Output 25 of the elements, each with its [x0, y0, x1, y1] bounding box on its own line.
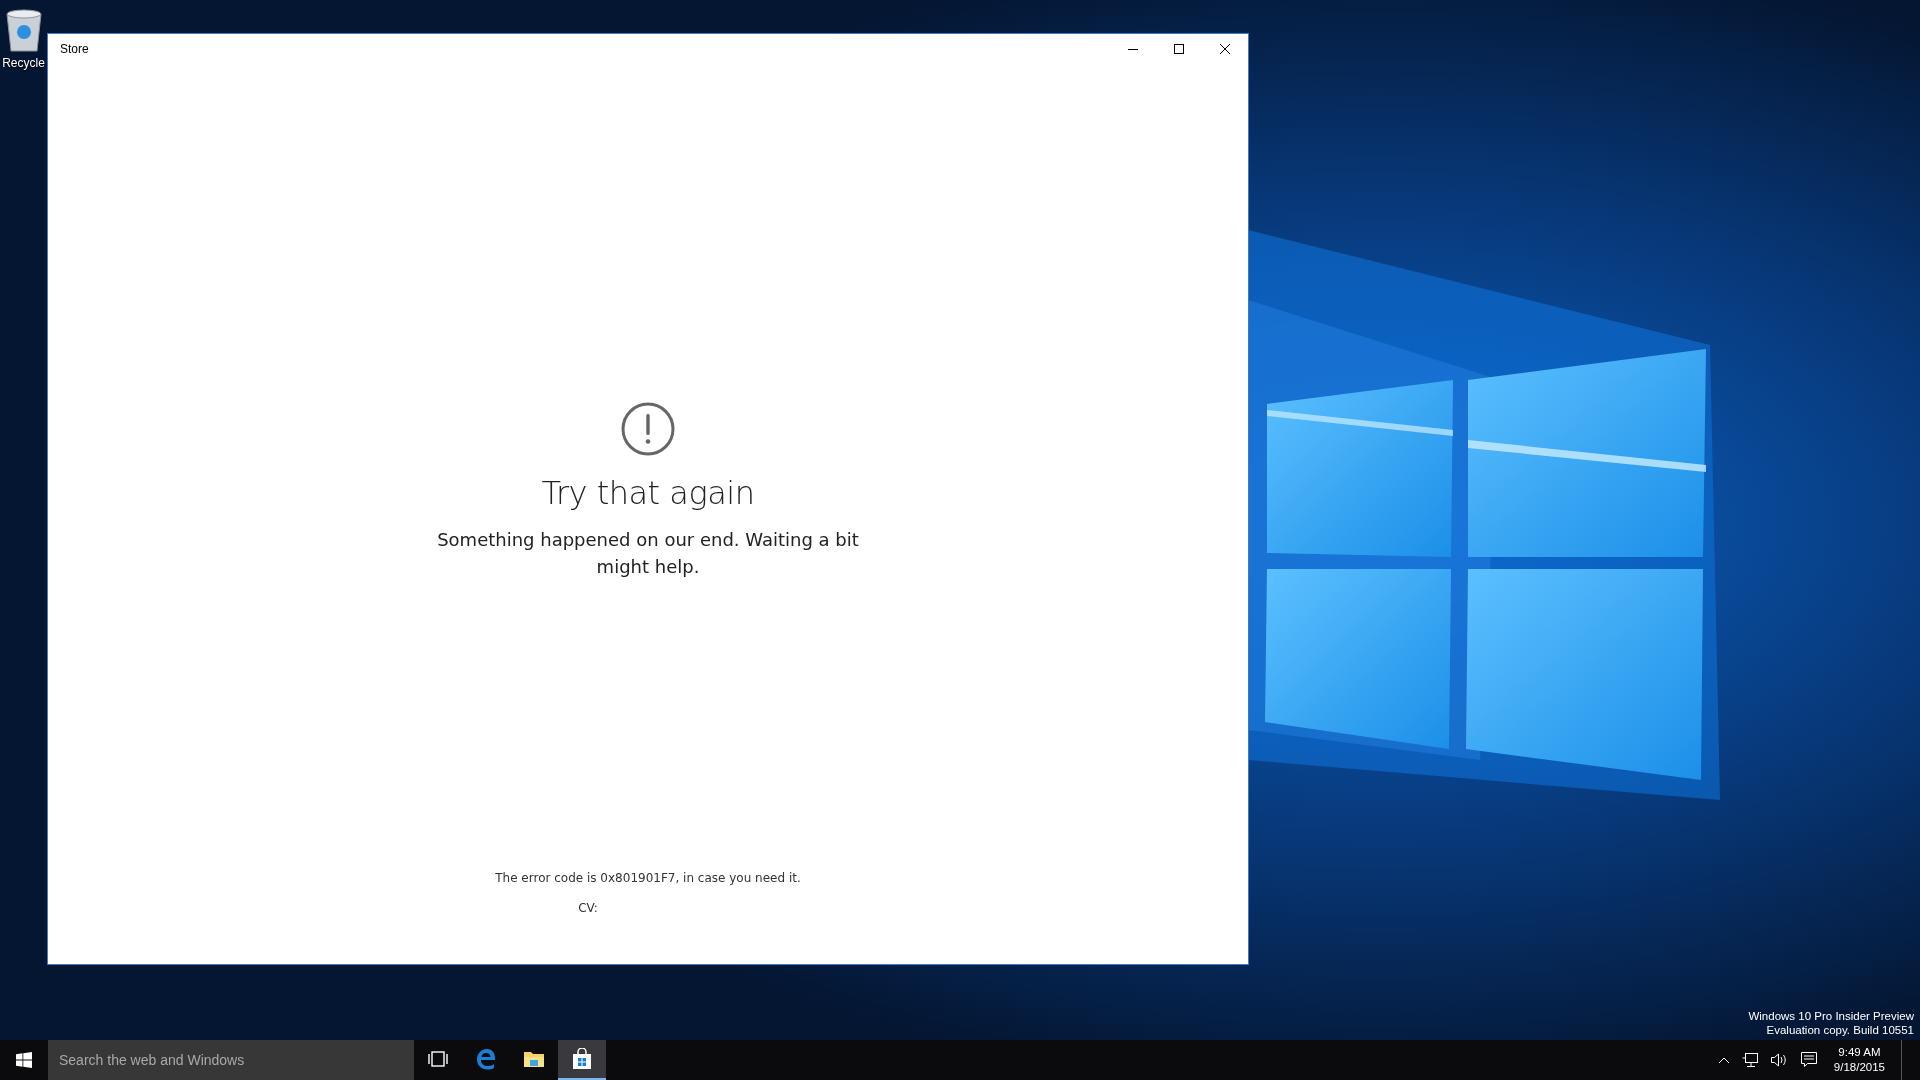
chevron-up-icon	[1717, 1056, 1730, 1064]
exclamation-circle-icon	[621, 402, 675, 456]
minimize-icon	[1128, 48, 1138, 50]
error-code-text: The error code is 0x801901F7, in case you need it.	[495, 871, 801, 885]
network-monitor-icon	[1741, 1052, 1758, 1068]
task-view-icon	[428, 1051, 448, 1067]
windows-logo-icon	[16, 1052, 32, 1068]
close-icon	[1220, 44, 1230, 54]
clock-time[interactable]: 9:49 AM	[1838, 1045, 1881, 1060]
message-icon	[1799, 1051, 1818, 1069]
folder-icon	[523, 1050, 545, 1068]
desktop-icon-label: Recycle	[2, 56, 45, 70]
cv-label: CV:	[578, 901, 598, 915]
maximize-icon	[1174, 44, 1184, 54]
error-heading: Try that again	[541, 474, 755, 512]
taskbar-app-button[interactable]	[558, 1040, 606, 1080]
build-info-text: Windows 10 Pro Insider Preview	[1748, 1010, 1914, 1022]
speaker-icon	[1769, 1052, 1788, 1068]
error-message: Something happened on our end. Waiting a bit might help.	[436, 528, 860, 579]
shopping-bag-icon	[572, 1048, 592, 1070]
window-title: Store	[60, 42, 90, 56]
edge-browser-icon	[475, 1048, 497, 1070]
build-info-text: Evaluation copy. Build 10551	[1766, 1024, 1914, 1036]
clock-date[interactable]: 9/18/2015	[1833, 1060, 1885, 1075]
search-field[interactable]: Search the web and Windows	[48, 1040, 414, 1080]
